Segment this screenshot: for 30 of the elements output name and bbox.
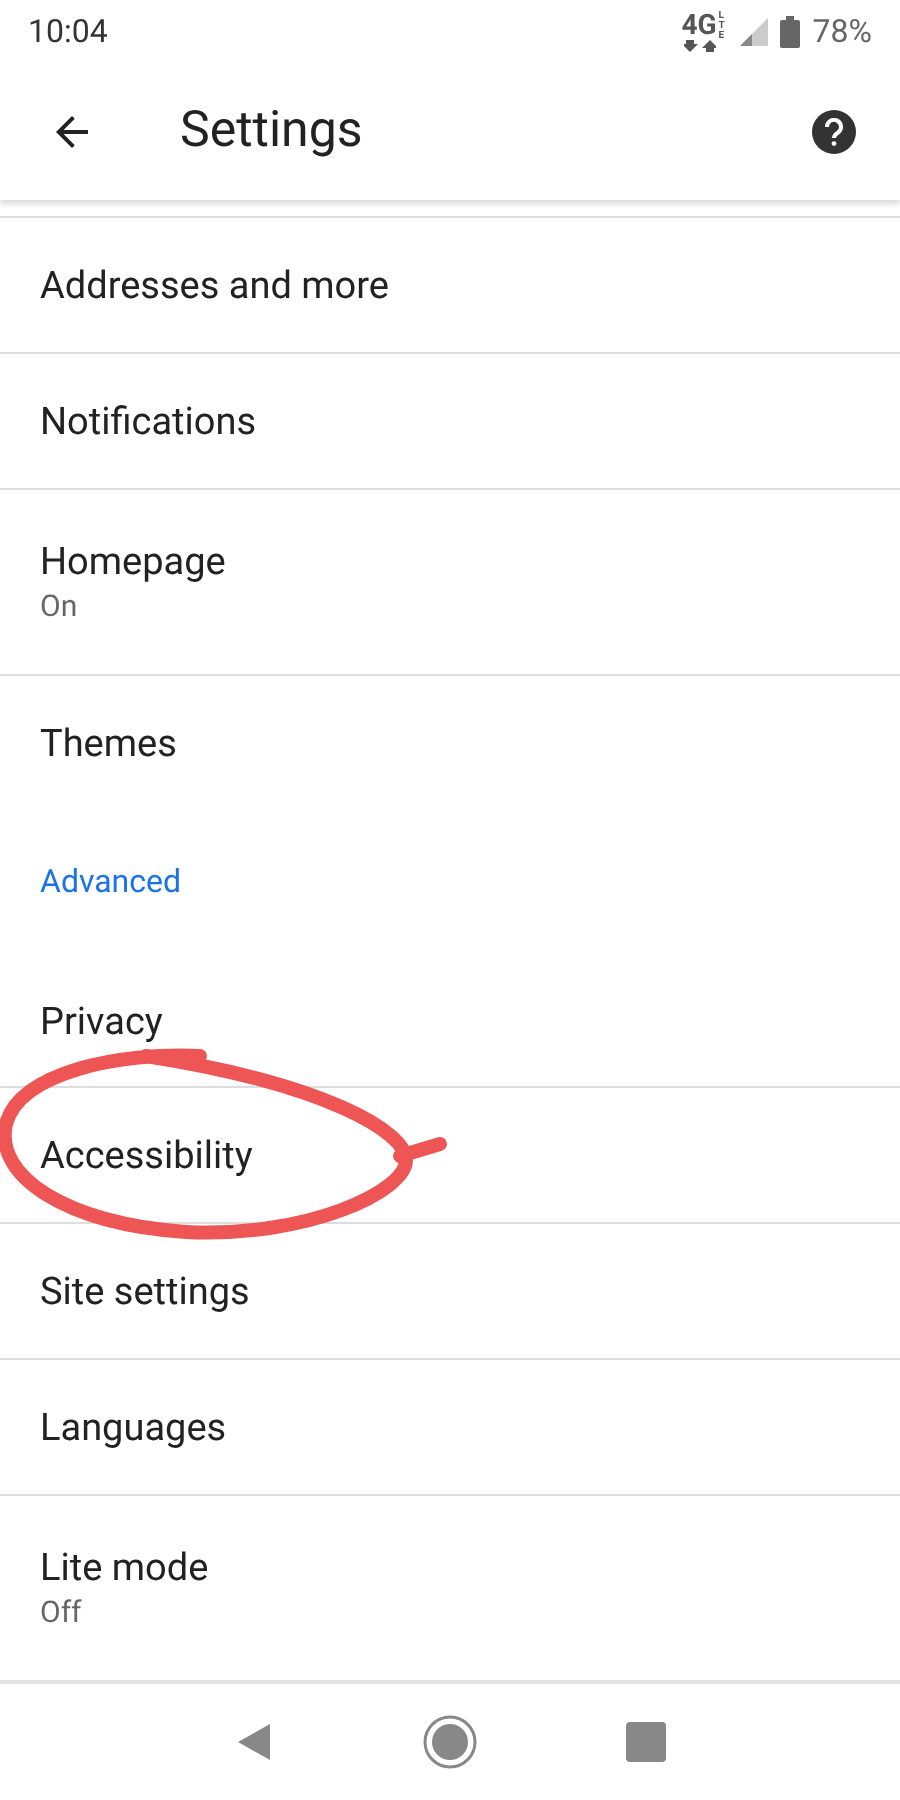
settings-item[interactable]: Languages — [0, 1360, 900, 1496]
item-label: Privacy — [40, 997, 165, 1045]
item-label: Lite mode — [40, 1544, 211, 1592]
network-label: 4G — [681, 12, 717, 40]
settings-item[interactable]: Notifications — [0, 354, 900, 490]
nav-back-icon[interactable] — [234, 1722, 274, 1762]
settings-item[interactable]: Privacy — [0, 952, 900, 1088]
status-time: 10:04 — [28, 10, 108, 54]
item-summary: On — [40, 586, 80, 626]
item-label: Addresses and more — [40, 261, 391, 309]
settings-item[interactable]: Themes — [0, 676, 900, 812]
settings-item[interactable]: Site settings — [0, 1224, 900, 1360]
settings-item[interactable]: Addresses and more — [0, 218, 900, 354]
settings-item[interactable]: Homepage On — [0, 490, 900, 676]
item-label: Site settings — [40, 1267, 252, 1315]
battery-icon — [780, 16, 801, 48]
item-label: Notifications — [40, 397, 259, 445]
nav-home-icon[interactable] — [422, 1714, 478, 1770]
section-header: Advanced — [40, 860, 182, 904]
item-label: Themes — [40, 720, 179, 768]
item-label: Languages — [40, 1403, 229, 1451]
item-label: Accessibility — [40, 1131, 255, 1179]
settings-item[interactable]: Accessibility — [0, 1088, 900, 1224]
item-summary: Off — [40, 1592, 84, 1632]
help-icon[interactable] — [812, 110, 856, 154]
toolbar-title: Settings — [180, 100, 365, 165]
battery-percent: 78% — [812, 10, 872, 54]
data-arrows-icon — [683, 40, 715, 52]
signal-icon — [740, 18, 769, 46]
item-label: Homepage — [40, 538, 228, 586]
